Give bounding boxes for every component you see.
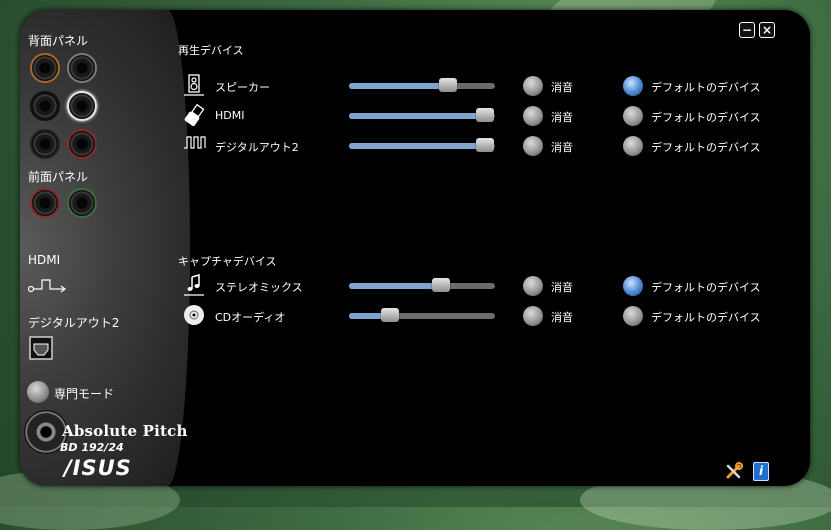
default-device-radio[interactable] bbox=[623, 76, 643, 96]
minimize-icon: − bbox=[741, 23, 753, 37]
hdmi-signal-icon[interactable] bbox=[28, 276, 68, 294]
digital-out-title: デジタルアウト2 bbox=[28, 316, 120, 330]
hdmi-plug-icon bbox=[183, 103, 205, 127]
optical-port-icon[interactable] bbox=[29, 336, 53, 360]
rear-panel-title: 背面パネル bbox=[28, 34, 89, 48]
default-device-label: デフォルトのデバイス bbox=[651, 311, 761, 324]
mute-toggle[interactable] bbox=[523, 76, 543, 96]
mute-label: 消音 bbox=[551, 281, 573, 294]
default-device-label: デフォルトのデバイス bbox=[651, 281, 761, 294]
rear-jack-red[interactable] bbox=[67, 129, 97, 159]
playback-section-title: 再生デバイス bbox=[178, 44, 244, 57]
speaker-icon bbox=[183, 74, 205, 96]
front-jack-green[interactable] bbox=[67, 188, 97, 218]
audio-center-window: 背面パネル 前面パネル HDMI デジタルアウト2 専門モード Absolute… bbox=[20, 10, 810, 486]
product-model: BD 192/24 bbox=[60, 441, 124, 454]
rear-jack-dark[interactable] bbox=[30, 129, 60, 159]
asus-logo: /ISUS bbox=[64, 456, 132, 480]
rear-jack-line-out[interactable] bbox=[67, 91, 97, 121]
volume-slider-fill bbox=[349, 143, 485, 149]
device-label: HDMI bbox=[215, 109, 245, 122]
volume-slider-thumb[interactable] bbox=[431, 278, 450, 292]
mute-toggle[interactable] bbox=[523, 276, 543, 296]
volume-slider[interactable] bbox=[349, 108, 495, 122]
default-device-radio[interactable] bbox=[623, 136, 643, 156]
info-button[interactable]: i bbox=[753, 462, 769, 481]
close-button[interactable]: × bbox=[759, 22, 775, 38]
device-label: デジタルアウト2 bbox=[215, 141, 299, 154]
product-name: Absolute Pitch bbox=[62, 422, 188, 440]
settings-tools-icon[interactable] bbox=[725, 462, 743, 480]
close-icon: × bbox=[761, 23, 773, 37]
volume-slider-fill bbox=[349, 113, 485, 119]
digital-wave-icon bbox=[183, 134, 206, 156]
expert-mode-label: 専門モード bbox=[54, 387, 115, 401]
sidebar-panel: 背面パネル 前面パネル HDMI デジタルアウト2 専門モード Absolute… bbox=[20, 10, 190, 486]
mute-label: 消音 bbox=[551, 311, 573, 324]
expert-mode-button[interactable] bbox=[27, 381, 49, 403]
mute-label: 消音 bbox=[551, 141, 573, 154]
volume-slider-thumb[interactable] bbox=[475, 138, 494, 152]
device-label: スピーカー bbox=[215, 81, 270, 94]
default-device-radio[interactable] bbox=[623, 306, 643, 326]
default-device-label: デフォルトのデバイス bbox=[651, 141, 761, 154]
volume-slider[interactable] bbox=[349, 308, 495, 322]
device-label: ステレオミックス bbox=[215, 281, 303, 294]
device-label: CDオーディオ bbox=[215, 311, 286, 324]
mute-label: 消音 bbox=[551, 81, 573, 94]
rear-jack-black[interactable] bbox=[30, 91, 60, 121]
cd-icon bbox=[183, 304, 205, 326]
capture-section-title: キャプチャデバイス bbox=[178, 255, 277, 268]
volume-slider[interactable] bbox=[349, 278, 495, 292]
music-note-icon bbox=[183, 274, 205, 296]
volume-slider-thumb[interactable] bbox=[439, 78, 458, 92]
default-device-radio[interactable] bbox=[623, 276, 643, 296]
volume-slider[interactable] bbox=[349, 78, 495, 92]
mute-toggle[interactable] bbox=[523, 106, 543, 126]
default-device-radio[interactable] bbox=[623, 106, 643, 126]
front-jack-red[interactable] bbox=[30, 188, 60, 218]
volume-slider-fill bbox=[349, 283, 441, 289]
mute-toggle[interactable] bbox=[523, 306, 543, 326]
front-panel-title: 前面パネル bbox=[28, 170, 89, 184]
volume-slider-thumb[interactable] bbox=[475, 108, 494, 122]
minimize-button[interactable]: − bbox=[739, 22, 755, 38]
info-icon: i bbox=[758, 464, 764, 478]
default-device-label: デフォルトのデバイス bbox=[651, 81, 761, 94]
volume-slider-thumb[interactable] bbox=[380, 308, 399, 322]
default-device-label: デフォルトのデバイス bbox=[651, 111, 761, 124]
hdmi-title: HDMI bbox=[28, 253, 61, 267]
volume-slider-fill bbox=[349, 83, 449, 89]
mute-label: 消音 bbox=[551, 111, 573, 124]
mute-toggle[interactable] bbox=[523, 136, 543, 156]
volume-slider[interactable] bbox=[349, 138, 495, 152]
rear-jack-gray[interactable] bbox=[67, 53, 97, 83]
rear-jack-orange[interactable] bbox=[30, 53, 60, 83]
